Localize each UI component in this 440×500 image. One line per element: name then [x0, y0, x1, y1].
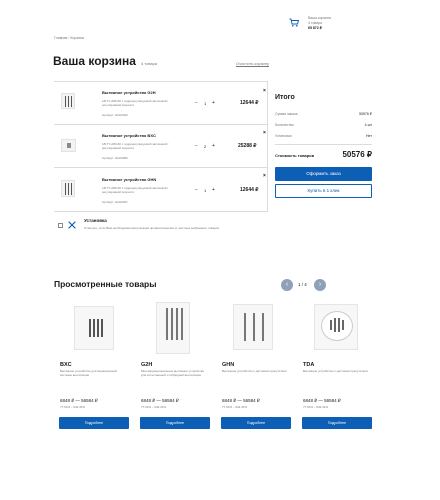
cart-item-desc: LB-TY-A80-60 с гидрорегулируемой заслонк… — [102, 186, 169, 194]
header-cart-sum: 65 872 ₽ — [308, 26, 322, 30]
product-details-button[interactable]: Подробнее — [140, 417, 210, 429]
product-card-price-eur: 77.60 € – 642.46 € — [60, 405, 86, 409]
wrench-icon — [68, 221, 76, 229]
product-thumbnail — [61, 93, 75, 109]
qty-value[interactable]: 2 — [204, 144, 206, 149]
product-card-desc: Многофункциональное вытяжное устройство … — [141, 369, 204, 377]
summary-row-label: Сумма заказа — [275, 112, 298, 116]
product-card-price-eur: 77.60 € – 642.46 € — [141, 405, 167, 409]
pager-prev-button[interactable]: ‹ — [281, 279, 293, 291]
summary-total-value: 50576 ₽ — [342, 150, 372, 159]
qty-plus-button[interactable]: + — [212, 143, 215, 149]
header-cart[interactable]: Ваша корзина 4 товара 65 872 ₽ — [289, 16, 349, 32]
breadcrumb: Главная › Корзина — [54, 36, 84, 40]
breadcrumb-current: Корзина — [70, 36, 84, 40]
product-card-desc: Вытяжное устройство с датчиком присутств… — [222, 369, 287, 373]
header-cart-label: Ваша корзина — [308, 16, 331, 20]
product-card: G2H Многофункциональное вытяжное устройс… — [140, 302, 210, 434]
viewed-title: Просмотренные товары — [54, 279, 157, 289]
cart-item-article: Артикул: G2H3066 — [102, 156, 128, 160]
product-details-button[interactable]: Подробнее — [221, 417, 291, 429]
remove-item-icon[interactable]: × — [263, 88, 266, 94]
product-thumbnail — [61, 180, 75, 197]
product-thumbnail — [61, 139, 76, 152]
product-card-name[interactable]: G2H — [141, 362, 152, 368]
remove-item-icon[interactable]: × — [263, 173, 266, 179]
product-card: BXC Вытяжное устройство для механической… — [59, 302, 129, 434]
summary-total-label: Стоимость товаров — [275, 153, 315, 158]
column-divider — [267, 81, 268, 212]
product-details-button[interactable]: Подробнее — [302, 417, 372, 429]
product-image[interactable] — [156, 302, 190, 354]
qty-plus-button[interactable]: + — [212, 187, 215, 193]
product-card-name[interactable]: GHN — [222, 362, 234, 368]
product-card-name[interactable]: TDA — [303, 362, 314, 368]
checkout-button[interactable]: Оформить заказ — [275, 167, 372, 181]
summary-row-value: 4 шт — [364, 123, 372, 127]
product-image[interactable] — [233, 304, 273, 350]
summary-row-label: Установка — [275, 134, 292, 138]
summary-row-value: 50576 ₽ — [359, 112, 372, 116]
cart-item-name[interactable]: Вытяжное устройство G2H — [102, 90, 156, 95]
cart-item-desc: LB-TY-A80-60 с гидрорегулируемой заслонк… — [102, 142, 169, 150]
qty-minus-button[interactable]: − — [195, 187, 198, 193]
cart-icon — [289, 18, 299, 27]
product-card-desc: Вытяжное устройство с датчиком присутств… — [303, 369, 368, 373]
clear-cart-link[interactable]: Очистить корзину — [236, 61, 269, 66]
product-card: GHN Вытяжное устройство с датчиком прису… — [221, 302, 291, 434]
install-desc: Отметьте, если Вам необходима консультац… — [84, 226, 219, 230]
summary-row-label: Количество — [275, 123, 294, 127]
install-option[interactable]: Установка Отметьте, если Вам необходима … — [56, 218, 256, 234]
summary-title: Итого — [275, 94, 295, 101]
page-title: Ваша корзина — [53, 54, 136, 68]
product-card-price: 6848 ₽ — 56584 ₽ — [222, 398, 260, 403]
one-click-buy-button[interactable]: Купить в 1 клик — [275, 184, 372, 198]
qty-minus-button[interactable]: − — [195, 100, 198, 106]
breadcrumb-home[interactable]: Главная — [54, 36, 67, 40]
cart-item-price: 12644 ₽ — [240, 100, 259, 106]
product-image[interactable] — [74, 306, 114, 350]
install-title: Установка — [84, 218, 107, 223]
cart-item-price: 25288 ₽ — [238, 143, 257, 149]
product-card-name[interactable]: BXC — [60, 362, 72, 368]
qty-value[interactable]: 1 — [204, 188, 206, 193]
cart-divider — [54, 211, 267, 212]
cart-item: Вытяжное устройство GHN LB-TY-A80-60 с г… — [54, 168, 267, 210]
summary-divider — [275, 144, 372, 145]
cart-item-price: 12644 ₽ — [240, 187, 259, 193]
remove-item-icon[interactable]: × — [263, 130, 266, 136]
product-card-price: 6848 ₽ — 56584 ₽ — [60, 398, 98, 403]
pager-indicator: 1 / 4 — [298, 282, 307, 287]
product-card-price-eur: 77.60 € – 642.46 € — [303, 405, 329, 409]
qty-value[interactable]: 1 — [204, 101, 206, 106]
product-details-button[interactable]: Подробнее — [59, 417, 129, 429]
header-cart-count: 4 товара — [308, 21, 323, 25]
product-card-price-eur: 77.60 € – 642.46 € — [222, 405, 248, 409]
cart-item: Вытяжное устройство BXC LB-TY-A80-60 с г… — [54, 125, 267, 166]
product-card-price: 6848 ₽ — 56584 ₽ — [141, 398, 179, 403]
product-image[interactable] — [314, 304, 358, 350]
install-checkbox[interactable] — [58, 223, 63, 228]
summary-row-value: Нет — [366, 134, 372, 138]
cart-item-name[interactable]: Вытяжное устройство BXC — [102, 133, 156, 138]
product-card-desc: Вытяжное устройство для механической сис… — [60, 369, 117, 377]
product-card: TDA Вытяжное устройство с датчиком прису… — [302, 302, 372, 434]
cart-count: 4 товара — [141, 61, 158, 66]
cart-item-article: Артикул: G2H3033 — [102, 113, 128, 117]
qty-minus-button[interactable]: − — [195, 143, 198, 149]
cart-item-article: Артикул: G2H3047 — [102, 200, 128, 204]
cart-item-name[interactable]: Вытяжное устройство GHN — [102, 177, 156, 182]
qty-plus-button[interactable]: + — [212, 100, 215, 106]
cart-item: Вытяжное устройство G2H LB-TY-A80-60 с г… — [54, 82, 267, 123]
product-card-price: 6848 ₽ — 56584 ₽ — [303, 398, 341, 403]
cart-item-desc: LB-TY-A80-60 с гидрорегулируемой заслонк… — [102, 99, 169, 107]
pager-next-button[interactable]: › — [314, 279, 326, 291]
